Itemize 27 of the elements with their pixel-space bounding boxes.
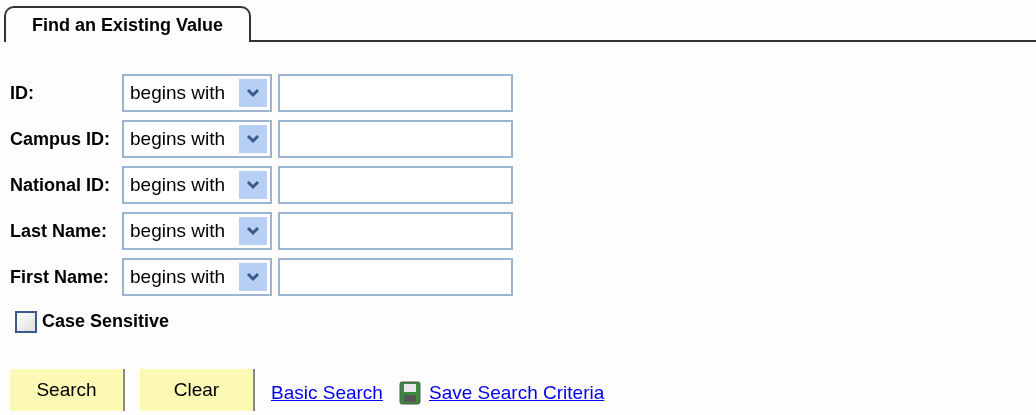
operator-dropdown[interactable]: begins with: [122, 212, 272, 250]
search-input-field[interactable]: [278, 212, 513, 250]
field-label: ID:: [10, 81, 35, 105]
search-input-field[interactable]: [278, 74, 513, 112]
chevron-down-icon: [239, 79, 267, 107]
chevron-down-icon: [239, 125, 267, 153]
operator-dropdown[interactable]: begins with: [122, 166, 272, 204]
field-label: First Name:: [10, 265, 111, 289]
chevron-down-icon: [239, 217, 267, 245]
chevron-down-icon: [239, 263, 267, 291]
link[interactable]: Basic Search: [271, 378, 383, 407]
operator-dropdown[interactable]: begins with: [122, 74, 272, 112]
action-button[interactable]: Clear: [140, 369, 255, 411]
search-input-field[interactable]: [278, 258, 513, 296]
field-label: Last Name:: [10, 219, 109, 243]
field-label: Campus ID:: [10, 127, 111, 151]
operator-dropdown[interactable]: begins with: [122, 120, 272, 158]
chevron-down-icon: [239, 171, 267, 199]
checkbox-label: Case Sensitive: [42, 310, 170, 333]
checkbox[interactable]: [15, 310, 37, 333]
action-button[interactable]: Search: [10, 369, 125, 411]
search-input-field[interactable]: [278, 166, 513, 204]
search-input-field[interactable]: [278, 120, 513, 158]
link[interactable]: Save Search Criteria: [428, 378, 605, 407]
operator-dropdown[interactable]: begins with: [122, 258, 272, 296]
tab[interactable]: Find an Existing Value: [4, 6, 252, 42]
field-label: National ID:: [10, 173, 111, 197]
